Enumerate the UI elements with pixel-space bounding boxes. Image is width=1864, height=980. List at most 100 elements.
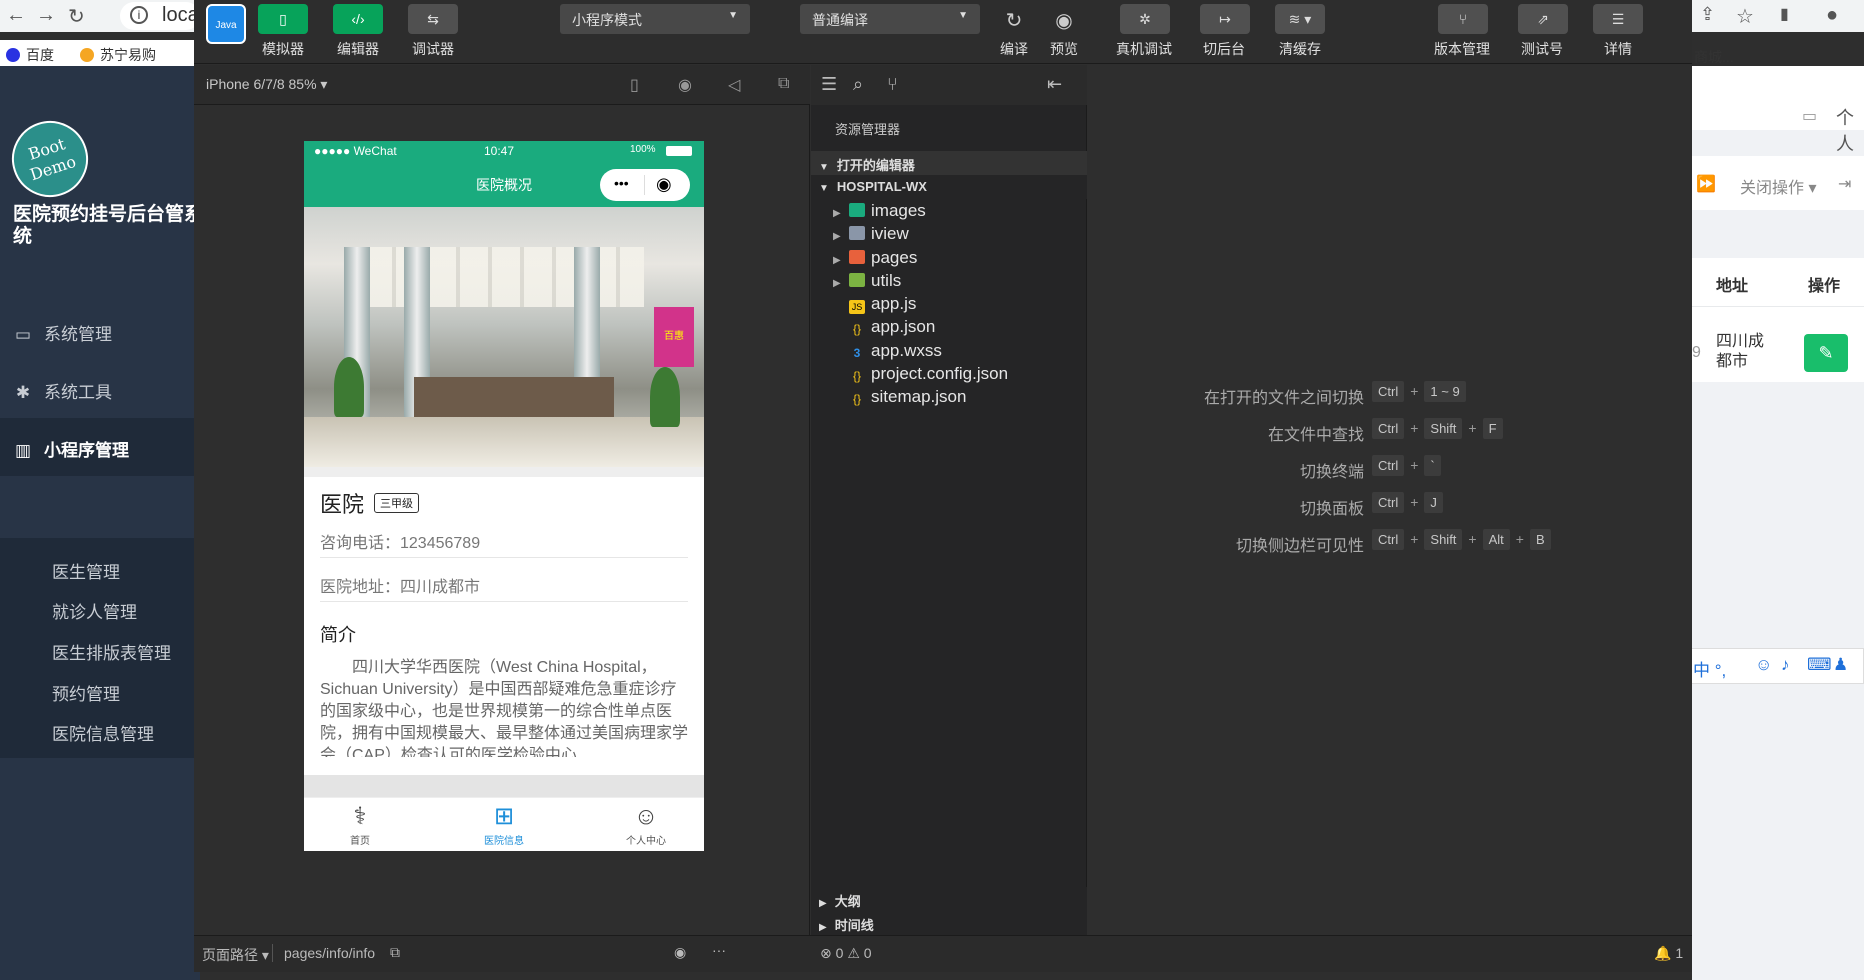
notification-count[interactable]: 🔔 1 (1654, 945, 1683, 962)
more-icon[interactable]: ••• (614, 175, 629, 191)
chevron-down-icon: ▼ (819, 183, 829, 194)
tab-home[interactable]: ⚕ 首页 (310, 802, 410, 847)
error-count[interactable]: ⊗ 0 ⚠ 0 (820, 945, 872, 962)
background-button[interactable]: ↦ (1200, 4, 1250, 34)
submenu-appointment[interactable]: 预约管理 (52, 680, 120, 705)
user-icon[interactable]: ♟ (1833, 655, 1848, 675)
file-tree-item[interactable]: ▶ images (833, 201, 926, 225)
file-tree-item[interactable]: {} app.json (833, 317, 935, 341)
chevron-right-icon: ▶ (833, 208, 841, 219)
close-ops-dropdown[interactable]: 关闭操作 ▾ (1740, 174, 1817, 198)
simulator-toggle[interactable]: ▯ (258, 4, 308, 34)
device-select[interactable]: iPhone 6/7/8 85% ▾ (206, 76, 327, 93)
bookmark-suning[interactable]: 苏宁易购 (80, 45, 156, 65)
test-account-button[interactable]: ⇗ (1518, 4, 1568, 34)
forward-icon[interactable]: → (36, 4, 56, 27)
divider (272, 944, 273, 962)
mode-select[interactable]: 小程序模式 ▼ (560, 4, 750, 34)
editor-toggle[interactable]: ‹/› (333, 4, 383, 34)
open-editors-section[interactable]: ▼ 打开的编辑器 (811, 151, 1087, 175)
menu-tools[interactable]: ✱ 系统工具 (0, 360, 200, 418)
submenu-patient[interactable]: 就诊人管理 (52, 598, 137, 623)
baidu-icon (6, 48, 20, 62)
col-ops: 操作 (1808, 278, 1841, 295)
compile-icon[interactable]: ↻ (994, 8, 1034, 33)
phone-line[interactable]: 咨询电话：123456789 (320, 529, 480, 553)
battery-icon (666, 146, 692, 156)
file-tree-item[interactable]: ▶ utils (833, 271, 901, 295)
tab-profile[interactable]: ☺ 个人中心 (596, 802, 696, 847)
search-icon[interactable]: ⌕ (853, 74, 863, 95)
list-icon[interactable]: ☰ (821, 74, 837, 95)
shortcut-keys: Ctrl + Shift + F (1372, 418, 1503, 439)
back-icon[interactable]: ← (6, 4, 26, 27)
carrier: ●●●●● WeChat (314, 144, 397, 158)
branch-icon[interactable]: ⑂ (887, 74, 898, 95)
edit-button[interactable]: ✎ (1804, 334, 1848, 372)
collapse-icon[interactable]: ⇤ (1047, 74, 1062, 95)
version-button[interactable]: ⑂ (1438, 4, 1488, 34)
profile-icon[interactable]: ● (1826, 4, 1838, 27)
emoji-icon[interactable]: ☺ (1755, 655, 1772, 675)
battery-percent: 100% (630, 144, 656, 155)
user-text: 个人 (1836, 108, 1854, 154)
capsule-menu[interactable]: ••• ◉ (600, 169, 690, 201)
bookmark-mall[interactable]: 商城... (1694, 47, 1734, 67)
external-icon: ⇗ (1537, 11, 1549, 27)
compile-select[interactable]: 普通编译 ▼ (800, 4, 980, 34)
copy-icon[interactable]: ⧉ (390, 944, 400, 961)
outline-section[interactable]: ▶ 大纲 (811, 887, 1087, 911)
more-icon[interactable]: ··· (712, 942, 726, 958)
submenu-hospital-info[interactable]: 医院信息管理 (52, 720, 154, 745)
share-icon[interactable]: ⇪ (1700, 4, 1715, 25)
file-tree-item[interactable]: ▶ pages (833, 248, 917, 272)
test-account-label: 测试号 (1521, 41, 1563, 57)
preview-icon[interactable]: ◉ (1044, 8, 1084, 33)
phone-screen: ●●●●● WeChat 10:47 100% 医院概况 ••• ◉ 百惠 医院… (304, 141, 704, 851)
debugger-toggle[interactable]: ⇆ (408, 4, 458, 34)
submenu-schedule[interactable]: 医生排版表管理 (52, 639, 171, 664)
real-debug-button[interactable]: ✲ (1120, 4, 1170, 34)
menu-system[interactable]: ▭ 系统管理 (0, 302, 200, 360)
address-bar[interactable]: i loca (120, 2, 200, 30)
phone-icon[interactable]: ▯ (630, 75, 639, 95)
file-tree-item[interactable]: 3 app.wxss (833, 341, 942, 365)
star-icon[interactable]: ☆ (1736, 4, 1754, 29)
tab-hospital-info[interactable]: ⊞ 医院信息 (454, 802, 554, 847)
sidebar-icon[interactable]: ▮ (1780, 4, 1789, 24)
mic-icon[interactable]: ♪ (1781, 655, 1790, 675)
menu-miniprogram[interactable]: ▥ 小程序管理 (0, 418, 200, 476)
project-section[interactable]: ▼ HOSPITAL-WX (811, 175, 1087, 199)
exit-icon[interactable]: ⇥ (1838, 174, 1851, 194)
folder-icon (849, 250, 865, 264)
status-bar: ●●●●● WeChat 10:47 100% (304, 141, 704, 161)
file-tree-item[interactable]: {} sitemap.json (833, 387, 966, 411)
eye-icon[interactable]: ◉ (674, 944, 686, 961)
chevron-down-icon: ▼ (728, 10, 738, 21)
keyboard-icon[interactable]: ⌨ (1807, 655, 1832, 675)
details-button[interactable]: ☰ (1593, 4, 1643, 34)
devtools-window: Java ▯ 模拟器 ‹/› 编辑器 ⇆ 调试器 小程序模式 ▼ 普通编译 ▼ ↻ … (194, 0, 1692, 972)
info-icon: i (130, 6, 148, 24)
devtools-toolbar: Java ▯ 模拟器 ‹/› 编辑器 ⇆ 调试器 小程序模式 ▼ 普通编译 ▼ ↻ … (194, 0, 1692, 64)
file-tree-item[interactable]: JS app.js (833, 294, 916, 318)
volume-icon[interactable]: ◁ (728, 75, 740, 95)
page-path-select[interactable]: 页面路径 ▾ (202, 945, 269, 965)
explorer-title: 资源管理器 (835, 122, 901, 137)
close-mini-icon[interactable]: ◉ (656, 175, 672, 193)
scroll-right-icon[interactable]: ⏩ (1696, 174, 1716, 194)
submenu-doctor[interactable]: 医生管理 (52, 558, 120, 583)
avatar[interactable]: Java (206, 4, 246, 44)
ime-mode[interactable]: 中 °, (1693, 656, 1726, 681)
timeline-section[interactable]: ▶ 时间线 (811, 911, 1087, 935)
admin-title: 医院预约挂号后台管系统 (13, 204, 204, 247)
clear-cache-button[interactable]: ≋ ▾ (1275, 4, 1325, 34)
record-icon[interactable]: ◉ (678, 75, 692, 95)
reload-icon[interactable]: ↻ (68, 4, 85, 29)
popout-icon[interactable]: ⧉ (778, 75, 789, 93)
preview-label[interactable]: 预览 (1024, 39, 1104, 59)
file-tree-item[interactable]: ▶ iview (833, 224, 909, 248)
file-tree-item[interactable]: {} project.config.json (833, 364, 1008, 388)
explorer-toolbar: ☰ ⌕ ⑂ ⇤ (811, 65, 1087, 105)
bookmark-baidu[interactable]: 百度 (6, 45, 54, 65)
